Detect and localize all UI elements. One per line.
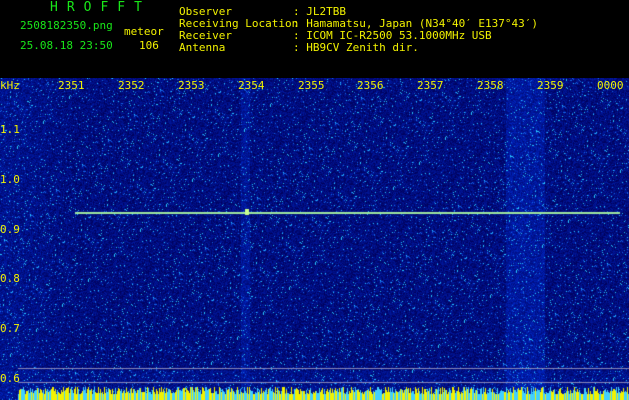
y-tick: 0.8: [0, 272, 20, 285]
mode-label: meteor: [124, 25, 164, 38]
x-tick: 0000: [597, 79, 624, 92]
x-tick: 2355: [298, 79, 325, 92]
y-tick: 1.1: [0, 123, 20, 136]
header-panel: HROFFT 2508182350.png 25.08.18 23:50 met…: [0, 0, 629, 78]
x-tick: 2357: [417, 79, 444, 92]
x-tick: 2352: [118, 79, 145, 92]
y-tick: 0.9: [0, 223, 20, 236]
antenna-value: : HB9CV Zenith dir.: [293, 41, 419, 54]
x-tick: 2351: [58, 79, 85, 92]
y-unit-label: kHz: [0, 79, 20, 92]
filename-label: 2508182350.png: [20, 19, 113, 32]
x-tick: 2356: [357, 79, 384, 92]
x-tick: 2359: [537, 79, 564, 92]
count-label: 106: [139, 39, 159, 52]
spectrogram-canvas: [0, 78, 629, 400]
x-tick: 2353: [178, 79, 205, 92]
datetime-label: 25.08.18 23:50: [20, 39, 113, 52]
antenna-label: Antenna: [179, 41, 226, 54]
app-title: HROFFT: [50, 0, 151, 15]
x-tick: 2358: [477, 79, 504, 92]
x-tick: 2354: [238, 79, 265, 92]
y-tick: 1.0: [0, 173, 20, 186]
y-tick: 0.7: [0, 322, 20, 335]
y-tick: 0.6: [0, 372, 20, 385]
